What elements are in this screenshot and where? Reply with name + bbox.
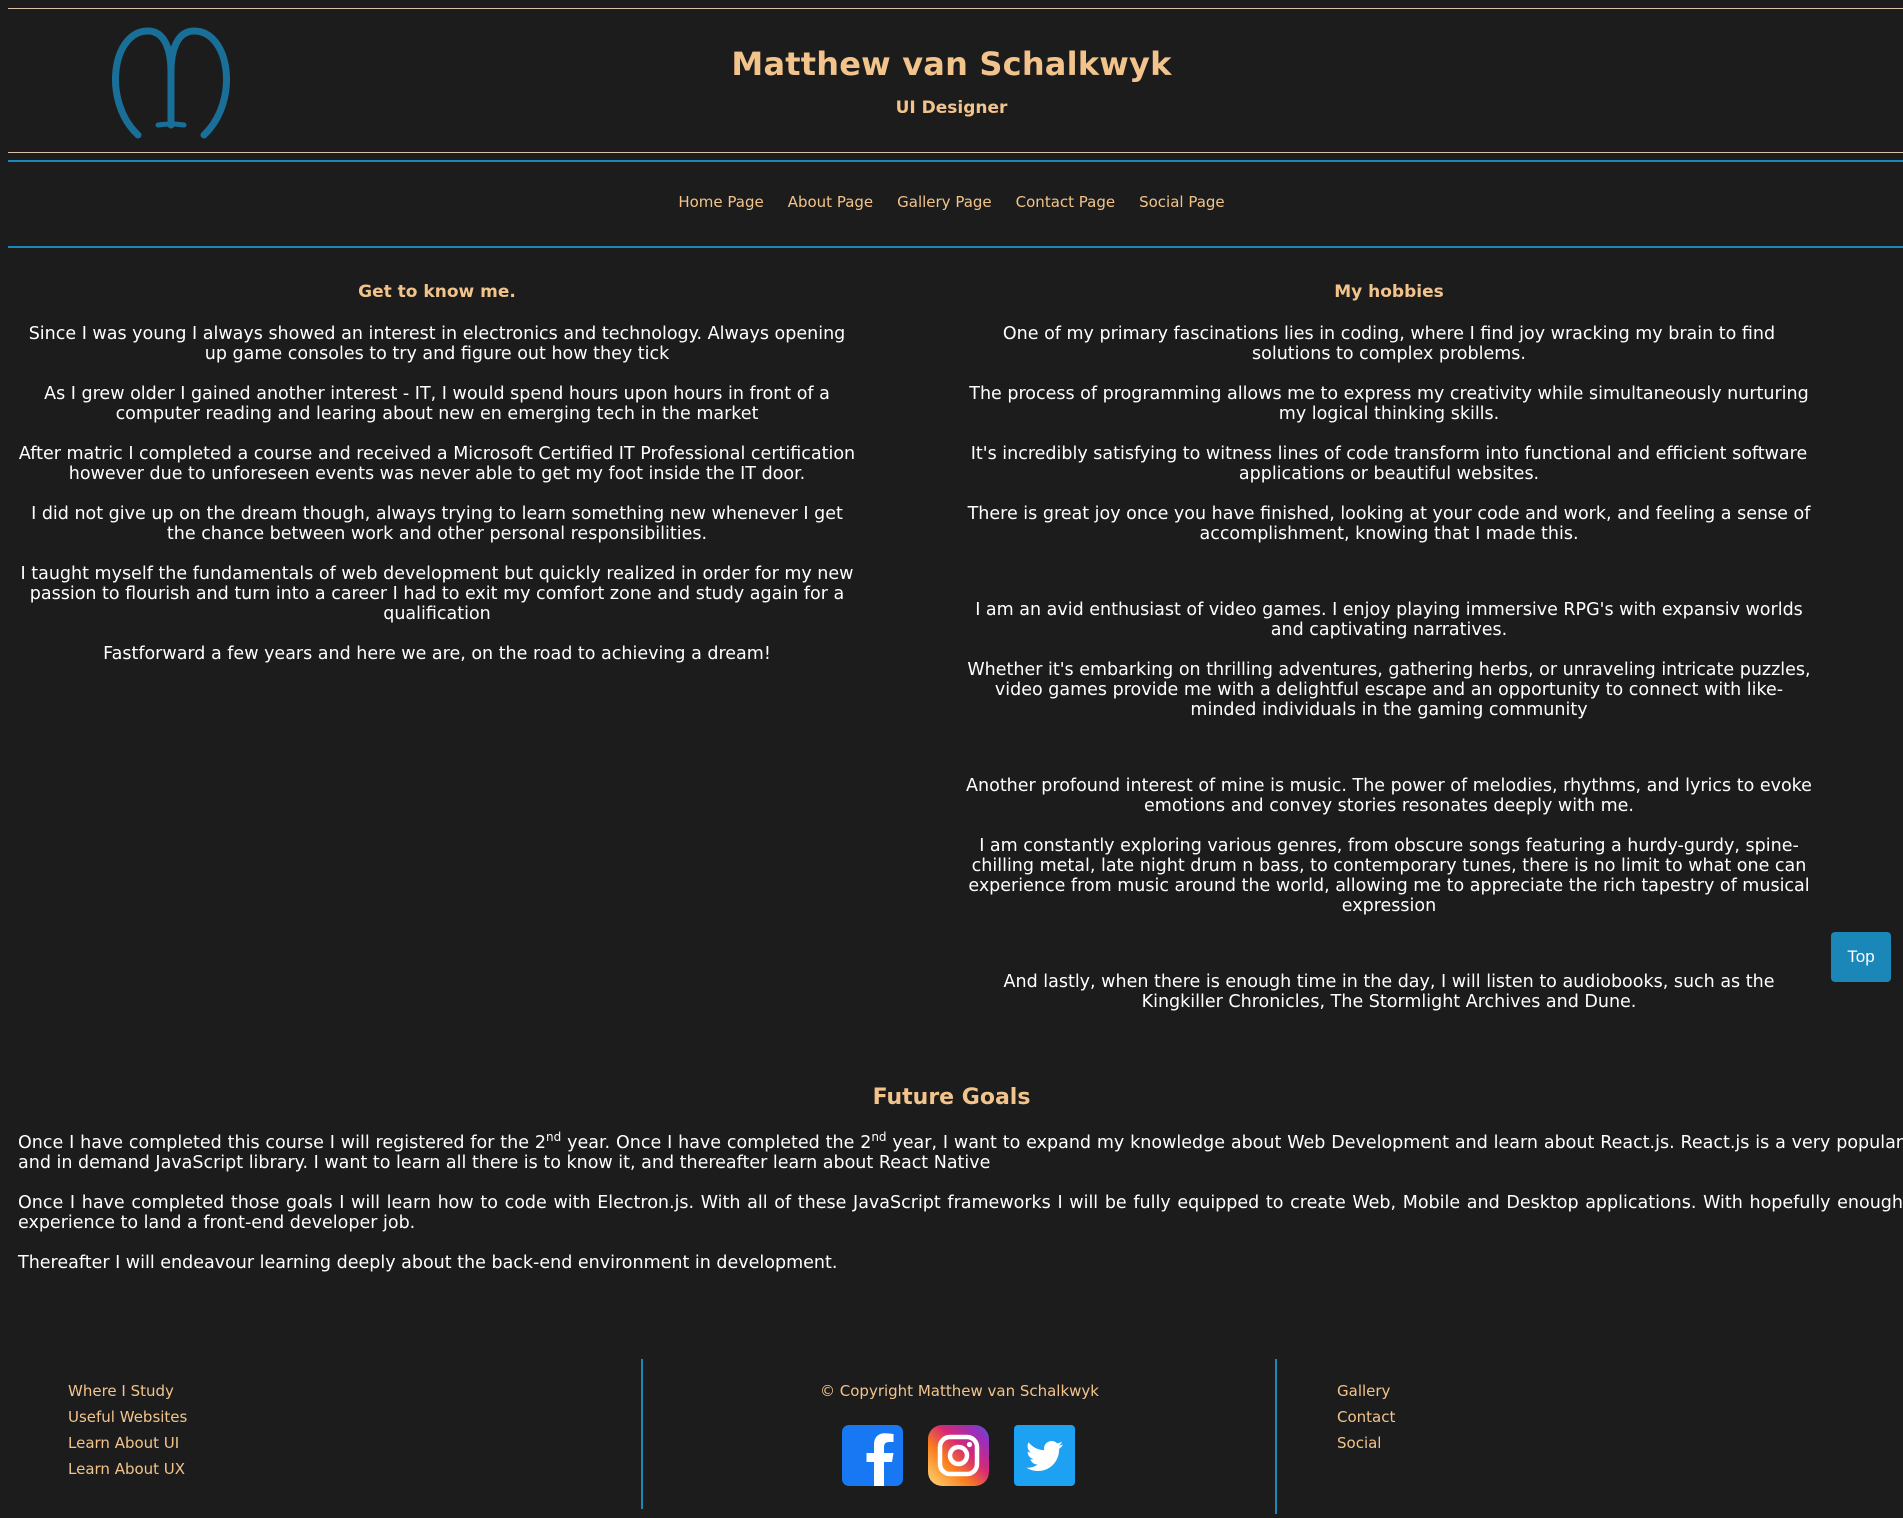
facebook-icon[interactable]: [842, 1425, 903, 1486]
footer-link-learn-ui[interactable]: Learn About UI: [68, 1434, 179, 1452]
hobbies-paragraph: I am an avid enthusiast of video games. …: [975, 600, 1803, 640]
goals-paragraph: Once I have completed those goals I will…: [18, 1193, 1903, 1233]
about-paragraph: After matric I completed a course and re…: [18, 444, 856, 484]
nav-gallery[interactable]: Gallery Page: [897, 193, 992, 211]
copyright-text: © Copyright Matthew van Schalkwyk: [820, 1382, 1099, 1400]
footer-link-item: Learn About UX: [68, 1459, 187, 1479]
nav-social[interactable]: Social Page: [1139, 193, 1225, 211]
logo: [108, 23, 234, 143]
hobbies-paragraph: There is great joy once you have finishe…: [967, 504, 1811, 544]
footer-link-item: Contact: [1337, 1407, 1395, 1427]
footer-link-social[interactable]: Social: [1337, 1434, 1381, 1452]
logo-mark-icon: [112, 27, 230, 139]
about-paragraph: Fastforward a few years and here we are,…: [103, 644, 771, 664]
hobbies-paragraph: It's incredibly satisfying to witness li…: [970, 444, 1808, 484]
social-links: [842, 1425, 1075, 1486]
hobbies-paragraph: And lastly, when there is enough time in…: [1003, 972, 1775, 1012]
goals-paragraph: Thereafter I will endeavour learning dee…: [18, 1253, 838, 1273]
footer-link-item: Learn About UI: [68, 1433, 187, 1453]
hobbies-paragraph: Whether it's embarking on thrilling adve…: [967, 660, 1811, 720]
header-divider-blue: [8, 160, 1903, 162]
nav-home[interactable]: Home Page: [678, 193, 763, 211]
goals-heading: Future Goals: [872, 1085, 1031, 1110]
about-paragraph: I did not give up on the dream though, a…: [31, 504, 843, 544]
nav-about[interactable]: About Page: [788, 193, 873, 211]
footer-links-right: Gallery Contact Social: [1337, 1381, 1395, 1459]
footer-link-contact[interactable]: Contact: [1337, 1408, 1395, 1426]
hobbies-section: My hobbies One of my primary fascination…: [966, 280, 1812, 1032]
goals-paragraph: Once I have completed this course I will…: [18, 1130, 1903, 1173]
site-header: Matthew van Schalkwyk UI Designer: [0, 9, 1903, 153]
ordinal-suffix: nd: [871, 1130, 887, 1145]
site-title: Matthew van Schalkwyk: [731, 45, 1172, 83]
site-footer: Where I Study Useful Websites Learn Abou…: [0, 1355, 1903, 1518]
hobbies-paragraph: One of my primary fascinations lies in c…: [1002, 324, 1776, 364]
header-divider: [8, 152, 1903, 153]
footer-link-item: Social: [1337, 1433, 1395, 1453]
about-section: Get to know me. Since I was young I alwa…: [16, 280, 858, 684]
twitter-icon[interactable]: [1014, 1425, 1075, 1486]
about-paragraph: Since I was young I always showed an int…: [28, 324, 846, 364]
footer-divider: [1275, 1359, 1277, 1514]
about-paragraph: As I grew older I gained another interes…: [44, 384, 830, 424]
footer-link-gallery[interactable]: Gallery: [1337, 1382, 1390, 1400]
instagram-icon[interactable]: [928, 1425, 989, 1486]
nav-divider: [8, 246, 1903, 248]
footer-link-item: Gallery: [1337, 1381, 1395, 1401]
goals-text: Once I have completed this course I will…: [18, 1133, 547, 1153]
hobbies-paragraph: Another profound interest of mine is mus…: [966, 776, 1812, 816]
site-subtitle: UI Designer: [895, 98, 1008, 118]
footer-link-learn-ux[interactable]: Learn About UX: [68, 1460, 185, 1478]
about-heading: Get to know me.: [358, 282, 516, 302]
scroll-top-button[interactable]: Top: [1831, 932, 1891, 982]
hobbies-paragraph: I am constantly exploring various genres…: [968, 836, 1810, 916]
goals-text: year. Once I have completed the 2: [561, 1133, 872, 1153]
footer-link-useful-websites[interactable]: Useful Websites: [68, 1408, 187, 1426]
nav-contact[interactable]: Contact Page: [1016, 193, 1115, 211]
main-nav: Home Page About Page Gallery Page Contac…: [0, 193, 1903, 211]
ordinal-suffix: nd: [546, 1130, 562, 1145]
hobbies-heading: My hobbies: [1334, 282, 1444, 302]
footer-link-item: Useful Websites: [68, 1407, 187, 1427]
about-paragraph: I taught myself the fundamentals of web …: [20, 564, 854, 624]
hobbies-paragraph: The process of programming allows me to …: [969, 384, 1809, 424]
goals-section: Once I have completed this course I will…: [18, 1130, 1903, 1293]
